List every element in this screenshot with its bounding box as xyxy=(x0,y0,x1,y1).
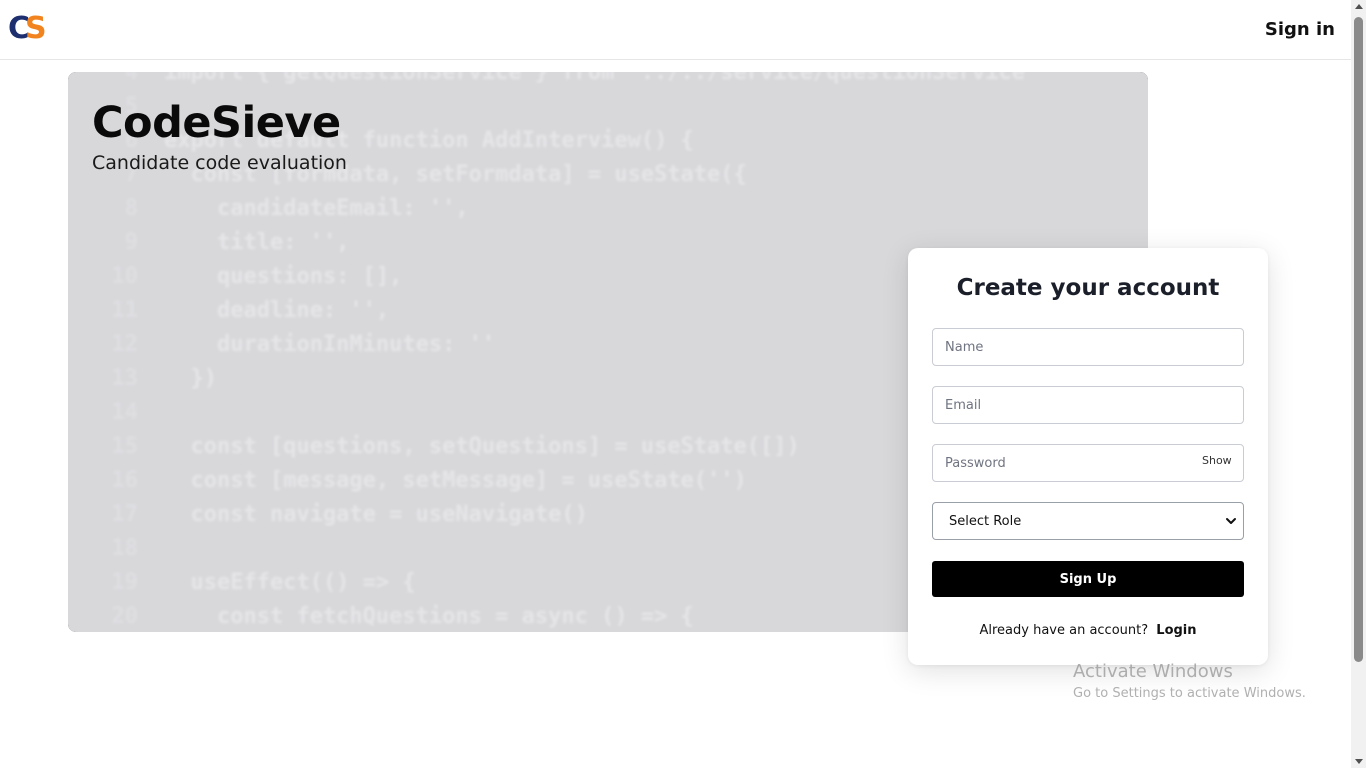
hero-subtitle: Candidate code evaluation xyxy=(92,152,347,174)
top-navbar: C S Sign in xyxy=(0,0,1351,60)
page: C S Sign in 4import { getQuestionService… xyxy=(0,0,1366,768)
codesieve-logo[interactable]: C S xyxy=(8,12,50,46)
sign-up-button[interactable]: Sign Up xyxy=(932,561,1244,597)
login-link[interactable]: Login xyxy=(1156,623,1196,638)
sign-in-link[interactable]: Sign in xyxy=(1265,19,1335,40)
logo-letter-s: S xyxy=(25,11,46,46)
hero-title: CodeSieve xyxy=(92,98,341,148)
password-input[interactable] xyxy=(932,444,1244,482)
scroll-up-arrow-icon[interactable] xyxy=(1355,4,1363,9)
login-prompt-row: Already have an account? Login xyxy=(908,623,1268,638)
email-input[interactable] xyxy=(932,386,1244,424)
signup-title: Create your account xyxy=(956,275,1220,301)
scroll-down-arrow-icon[interactable] xyxy=(1355,759,1363,764)
activate-windows-title: Activate Windows xyxy=(1073,661,1233,682)
logo-letter-c: C xyxy=(8,11,30,46)
scroll-thumb[interactable] xyxy=(1354,17,1363,662)
page-scrollbar[interactable] xyxy=(1351,0,1366,768)
chevron-down-icon xyxy=(1226,518,1236,524)
role-select-value: Select Role xyxy=(949,514,1022,529)
show-password-toggle[interactable]: Show xyxy=(1202,454,1232,467)
activate-windows-subtitle: Go to Settings to activate Windows. xyxy=(1073,686,1306,701)
name-input[interactable] xyxy=(932,328,1244,366)
signup-card: Create your account Show Select Role Sig… xyxy=(908,248,1268,665)
login-prompt-text: Already have an account? xyxy=(979,623,1149,638)
role-select[interactable]: Select Role xyxy=(932,502,1244,540)
